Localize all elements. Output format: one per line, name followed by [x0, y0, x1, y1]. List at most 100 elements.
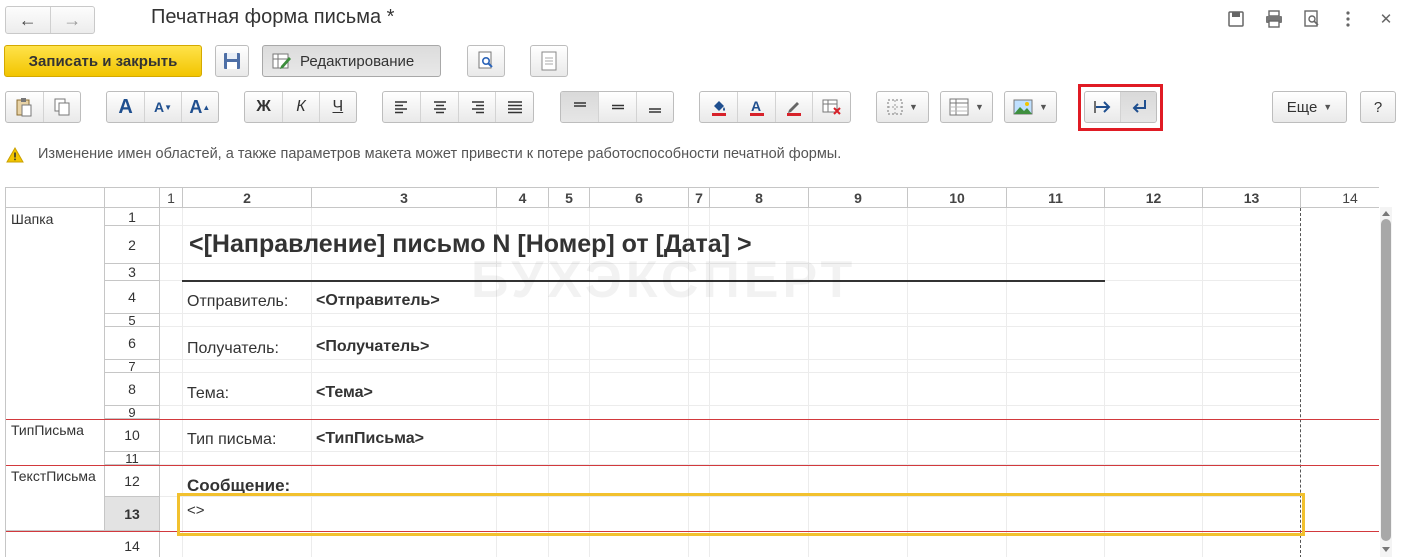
window-title: Печатная форма письма * [151, 6, 395, 28]
font-decrease-button[interactable]: A ▼ [144, 92, 180, 122]
align-right-icon[interactable] [457, 92, 496, 122]
col-header[interactable]: 1 [160, 188, 183, 208]
watermark: БУХЭКСПЕРТ [471, 251, 857, 309]
more-button[interactable]: Еще ▼ [1272, 91, 1347, 123]
col-header[interactable]: 13 [1203, 188, 1301, 208]
area-header-corner [6, 188, 105, 208]
subject-param-cell[interactable]: <Тема> [316, 384, 373, 402]
align-group [382, 91, 534, 123]
valign-middle-icon[interactable] [598, 92, 635, 122]
save-button[interactable] [215, 45, 249, 77]
copy-icon[interactable] [42, 92, 80, 122]
arrow-right-icon[interactable]: → [49, 7, 95, 33]
grid-line [160, 326, 1300, 327]
row-header[interactable]: 8 [105, 373, 160, 406]
col-header[interactable]: 4 [497, 188, 549, 208]
kebab-menu-icon[interactable] [1338, 9, 1358, 29]
row-header[interactable]: 3 [105, 264, 160, 281]
preview-icon[interactable] [1302, 9, 1322, 29]
edit-mode-button[interactable]: Редактирование [262, 45, 441, 77]
page-icon [541, 51, 557, 71]
col-header[interactable]: 8 [710, 188, 809, 208]
chevron-down-icon: ▼ [909, 102, 918, 112]
picture-dropdown[interactable]: ▼ [1004, 91, 1057, 123]
col-header[interactable]: 2 [183, 188, 312, 208]
help-button[interactable]: ? [1360, 91, 1396, 123]
area-label-shapka[interactable]: Шапка [6, 208, 105, 419]
more-label: Еще [1286, 98, 1318, 116]
align-left-icon[interactable] [383, 92, 420, 122]
row-header[interactable]: 10 [105, 419, 160, 452]
arrow-right-indent-icon[interactable] [1085, 92, 1120, 122]
row-header[interactable]: 9 [105, 405, 160, 420]
subject-label-cell[interactable]: Тема: [187, 385, 229, 403]
col-header[interactable]: 11 [1007, 188, 1105, 208]
row-header[interactable]: 14 [105, 531, 160, 557]
save-and-close-button[interactable]: Записать и закрыть [4, 45, 202, 77]
col-header[interactable]: 10 [908, 188, 1007, 208]
scroll-up-icon[interactable] [1382, 211, 1390, 216]
italic-button[interactable]: К [282, 92, 318, 122]
cell-selection-frame [177, 493, 1305, 536]
font-style-button[interactable]: A [107, 92, 144, 122]
area-boundary [6, 465, 1379, 466]
print-icon[interactable] [1264, 9, 1284, 29]
warning-icon [6, 147, 24, 163]
row-header[interactable]: 2 [105, 226, 160, 264]
col-header[interactable]: 6 [590, 188, 689, 208]
align-center-icon[interactable] [420, 92, 458, 122]
valign-top-icon[interactable] [561, 92, 599, 122]
vertical-scrollbar[interactable] [1380, 207, 1392, 557]
col-header[interactable]: 9 [809, 188, 908, 208]
row-header-selected[interactable]: 13 [105, 497, 160, 531]
col-header[interactable]: 5 [549, 188, 590, 208]
underline-button[interactable]: Ч [318, 92, 356, 122]
row-header[interactable]: 1 [105, 208, 160, 226]
borders-dropdown[interactable]: ▼ [876, 91, 929, 123]
recipient-label-cell[interactable]: Получатель: [187, 340, 279, 358]
wrap-return-icon[interactable] [1120, 92, 1156, 122]
align-justify-icon[interactable] [495, 92, 533, 122]
scroll-down-icon[interactable] [1382, 547, 1390, 552]
scrollbar-thumb[interactable] [1381, 219, 1391, 541]
grid-line [160, 451, 1300, 452]
type-label-cell[interactable]: Тип письма: [187, 431, 276, 449]
row-header[interactable]: 7 [105, 359, 160, 374]
area-boundary [6, 419, 1379, 420]
valign-bottom-icon[interactable] [635, 92, 673, 122]
area-label-type[interactable]: ТипПисьма [6, 419, 105, 465]
find-button[interactable] [467, 45, 505, 77]
floppy-icon [224, 53, 240, 69]
paste-icon[interactable] [6, 92, 43, 122]
sender-label-cell[interactable]: Отправитель: [187, 293, 288, 311]
close-icon[interactable]: ✕ [1376, 9, 1396, 29]
border-color-icon[interactable] [774, 92, 813, 122]
row-header[interactable]: 5 [105, 313, 160, 328]
clear-format-icon[interactable] [812, 92, 850, 122]
bold-button[interactable]: Ж [245, 92, 282, 122]
recipient-param-cell[interactable]: <Получатель> [316, 338, 429, 356]
font-increase-button[interactable]: A ▲ [180, 92, 218, 122]
grid-line [160, 225, 1300, 226]
area-label-text[interactable]: ТекстПисьма [6, 465, 105, 531]
row-header[interactable]: 12 [105, 465, 160, 497]
row-header[interactable]: 11 [105, 451, 160, 466]
spreadsheet[interactable]: 1 2 3 4 5 6 7 8 9 10 11 12 13 14 1 2 3 4… [5, 187, 1379, 557]
sender-param-cell[interactable]: <Отправитель> [316, 292, 440, 310]
insert-dropdown[interactable]: ▼ [940, 91, 993, 123]
row-header[interactable]: 4 [105, 281, 160, 314]
save-icon[interactable] [1226, 9, 1246, 29]
row-header[interactable]: 6 [105, 327, 160, 360]
borders-icon [887, 99, 903, 115]
svg-text:A: A [751, 98, 761, 114]
text-color-icon[interactable]: A [737, 92, 775, 122]
page-settings-button[interactable] [530, 45, 568, 77]
fill-color-icon[interactable] [700, 92, 737, 122]
col-header[interactable]: 3 [312, 188, 497, 208]
grid-line [160, 359, 1300, 360]
col-header[interactable]: 7 [689, 188, 710, 208]
arrow-left-icon[interactable]: ← [6, 7, 50, 33]
col-header[interactable]: 12 [1105, 188, 1203, 208]
type-param-cell[interactable]: <ТипПисьма> [316, 430, 424, 448]
col-header[interactable]: 14 [1301, 188, 1379, 208]
